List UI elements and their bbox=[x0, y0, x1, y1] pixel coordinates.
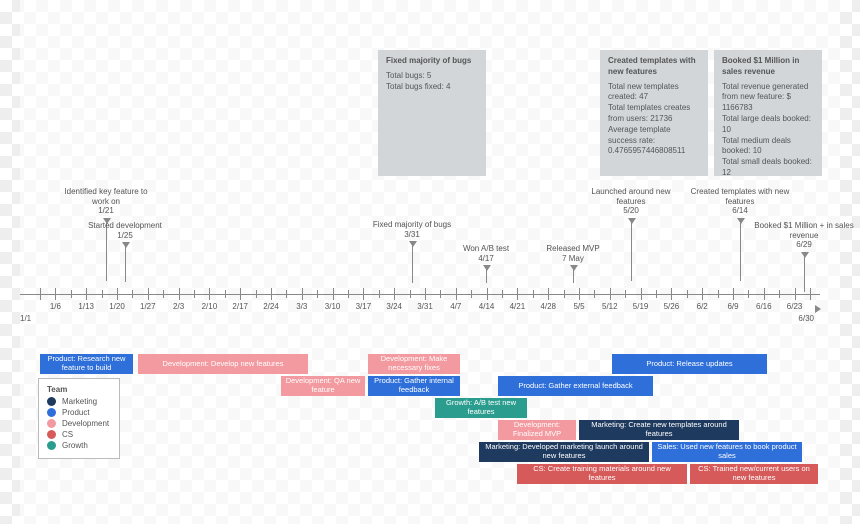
info-card: Fixed majority of bugs Total bugs: 5Total… bbox=[378, 50, 486, 176]
milestone-date: 3/31 bbox=[362, 230, 462, 240]
tick-label: 4/28 bbox=[540, 302, 556, 311]
timeline-axis: 1/6 1/13 1/20 1/27 2/3 2/10 2/17 2/24 3/3 3/10 3/1… bbox=[20, 280, 820, 320]
legend-label: Product bbox=[62, 408, 90, 417]
milestone-date: 6/29 bbox=[754, 240, 854, 250]
tick-label: 3/10 bbox=[325, 302, 341, 311]
gantt-bar: Development: Finalized MVP bbox=[498, 420, 576, 440]
tick-label: 3/24 bbox=[386, 302, 402, 311]
gantt-bar: Marketing: Create new templates around f… bbox=[579, 420, 739, 440]
legend-swatch-icon bbox=[47, 397, 56, 406]
info-card-line: Total bugs: 5 bbox=[386, 71, 478, 82]
tick-label: 3/17 bbox=[356, 302, 372, 311]
gantt-bar: Growth: A/B test new features bbox=[435, 398, 527, 418]
gantt-bar: Marketing: Developed marketing launch ar… bbox=[479, 442, 649, 462]
milestone-label: Won A/B test bbox=[436, 244, 536, 254]
gantt-bar: Sales: Used new features to book product… bbox=[652, 442, 802, 462]
tick-label: 6/2 bbox=[697, 302, 708, 311]
legend-swatch-icon bbox=[47, 430, 56, 439]
milestone-label: Launched around new features bbox=[581, 187, 681, 206]
milestone-date: 4/17 bbox=[436, 254, 536, 264]
tick-label: 1/13 bbox=[78, 302, 94, 311]
tick-label: 3/3 bbox=[296, 302, 307, 311]
info-card-line: Total small deals booked: 12 bbox=[722, 157, 814, 179]
milestone-label: Fixed majority of bugs bbox=[362, 220, 462, 230]
milestone-callout: Won A/B test4/17 bbox=[436, 244, 536, 283]
gantt-bar: Product: Gather external feedback bbox=[498, 376, 653, 396]
info-card-title: Fixed majority of bugs bbox=[386, 56, 478, 67]
info-card-line: Average template success rate: 0.4765957… bbox=[608, 125, 700, 157]
info-card-line: Total large deals booked: 10 bbox=[722, 114, 814, 136]
info-card: Created templates with new features Total… bbox=[600, 50, 708, 176]
info-card-line: Total revenue generated from new feature… bbox=[722, 82, 814, 114]
legend-item: CS bbox=[47, 430, 109, 439]
tick-label: 4/21 bbox=[510, 302, 526, 311]
arrow-down-icon bbox=[412, 241, 413, 283]
legend-item: Growth bbox=[47, 441, 109, 450]
tick-label: 2/3 bbox=[173, 302, 184, 311]
legend-label: Development bbox=[62, 419, 109, 428]
tick-label: 1/27 bbox=[140, 302, 156, 311]
tick-label: 6/9 bbox=[727, 302, 738, 311]
axis-start-label: 1/1 bbox=[20, 314, 31, 323]
tick-label: 5/26 bbox=[664, 302, 680, 311]
legend-swatch-icon bbox=[47, 408, 56, 417]
tick-label: 2/17 bbox=[232, 302, 248, 311]
tick-label: 1/6 bbox=[50, 302, 61, 311]
legend-item: Product bbox=[47, 408, 109, 417]
arrow-down-icon bbox=[125, 242, 126, 282]
gantt-bar: Development: Make necessary fixes bbox=[368, 354, 460, 374]
tick-label: 6/16 bbox=[756, 302, 772, 311]
axis-end-label: 6/30 bbox=[798, 314, 814, 323]
gantt-bar: CS: Trained new/current users on new fea… bbox=[690, 464, 818, 484]
milestone-callout: Launched around new features5/20 bbox=[581, 187, 681, 281]
gantt-bar: Product: Release updates bbox=[612, 354, 767, 374]
legend: Team Marketing Product Development CS Growth bbox=[38, 378, 120, 459]
tick-label: 4/7 bbox=[450, 302, 461, 311]
gantt-bar: Product: Research new feature to build bbox=[40, 354, 133, 374]
tick-label: 3/31 bbox=[417, 302, 433, 311]
milestone-date: 1/21 bbox=[56, 206, 156, 216]
legend-label: CS bbox=[62, 430, 73, 439]
milestone-label: Started development bbox=[75, 221, 175, 231]
info-card-line: Total bugs fixed: 4 bbox=[386, 82, 478, 93]
legend-item: Development bbox=[47, 419, 109, 428]
info-card: Booked $1 Million in sales revenue Total … bbox=[714, 50, 822, 176]
legend-swatch-icon bbox=[47, 419, 56, 428]
arrow-down-icon bbox=[631, 218, 632, 281]
tick-label: 5/5 bbox=[573, 302, 584, 311]
tick-label: 4/14 bbox=[479, 302, 495, 311]
milestone-date: 6/14 bbox=[690, 206, 790, 216]
gantt-bar: Product: Gather internal feedback bbox=[368, 376, 460, 396]
legend-item: Marketing bbox=[47, 397, 109, 406]
gantt-bar: CS: Create training materials around new… bbox=[517, 464, 687, 484]
info-card-title: Booked $1 Million in sales revenue bbox=[722, 56, 814, 78]
gantt-bar: Development: Develop new features bbox=[138, 354, 308, 374]
tick-label: 2/24 bbox=[263, 302, 279, 311]
milestone-date: 1/25 bbox=[75, 231, 175, 241]
tick-label: 6/23 bbox=[787, 302, 803, 311]
tick-label: 5/12 bbox=[602, 302, 618, 311]
milestone-label: Booked $1 Million + in sales revenue bbox=[754, 221, 854, 240]
legend-label: Growth bbox=[62, 441, 88, 450]
arrow-down-icon bbox=[740, 218, 741, 281]
tick-label: 5/19 bbox=[633, 302, 649, 311]
info-card-line: Total new templates created: 47 bbox=[608, 82, 700, 104]
legend-title: Team bbox=[47, 385, 109, 394]
tick-label: 2/10 bbox=[202, 302, 218, 311]
milestone-date: 5/20 bbox=[581, 206, 681, 216]
milestone-label: Created templates with new features bbox=[690, 187, 790, 206]
info-card-line: Total templates creates from users: 2173… bbox=[608, 103, 700, 125]
milestone-callout: Started development1/25 bbox=[75, 221, 175, 282]
gantt-bar: Development: QA new feature bbox=[281, 376, 365, 396]
info-card-title: Created templates with new features bbox=[608, 56, 700, 78]
milestone-label: Identified key feature to work on bbox=[56, 187, 156, 206]
info-card-line: Total medium deals booked: 10 bbox=[722, 136, 814, 158]
legend-swatch-icon bbox=[47, 441, 56, 450]
legend-label: Marketing bbox=[62, 397, 97, 406]
diagram-canvas: Fixed majority of bugsTotal bugs: 5Total… bbox=[20, 0, 840, 524]
tick-label: 1/20 bbox=[109, 302, 125, 311]
